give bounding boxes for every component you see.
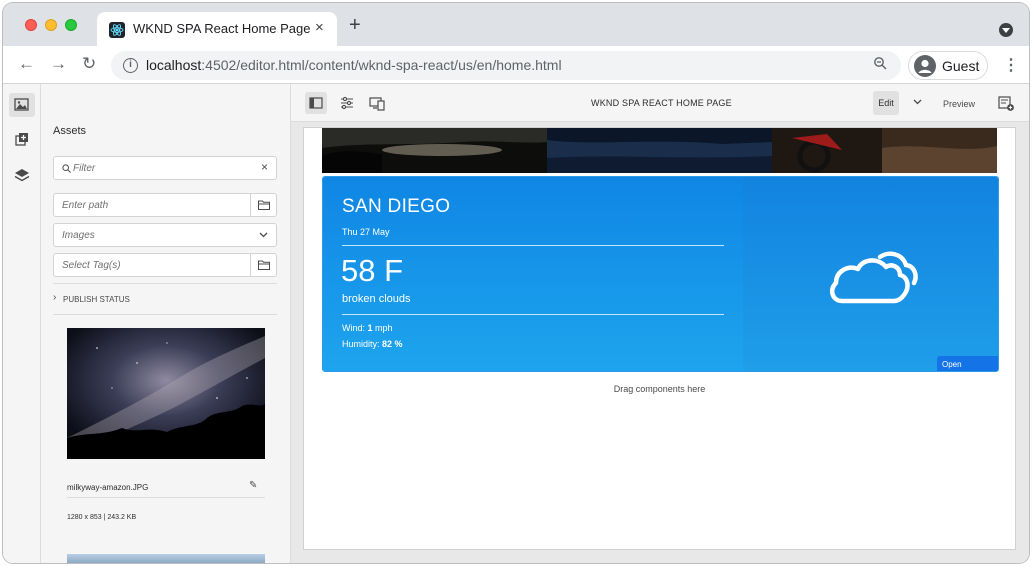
mode-dropdown-chevron-icon[interactable] — [913, 99, 922, 105]
site-info-icon[interactable]: i — [123, 58, 138, 73]
fullscreen-window-button[interactable] — [65, 19, 77, 31]
asset-type-select[interactable]: Images — [53, 223, 277, 247]
assets-icon[interactable] — [9, 93, 35, 117]
weather-wind: Wind: 1 mph — [342, 323, 393, 333]
url-host: localhost — [146, 57, 202, 73]
tab-title: WKND SPA React Home Page — [133, 21, 311, 36]
humidity-value: 82 % — [382, 339, 403, 349]
page-properties-icon[interactable] — [337, 93, 357, 113]
guest-avatar-icon — [914, 55, 936, 77]
filter-placeholder: Filter — [73, 163, 96, 174]
broken-clouds-icon — [829, 251, 918, 304]
weather-humidity: Humidity: 82 % — [342, 339, 403, 349]
weather-component[interactable]: SAN DIEGO Thu 27 May 58 F broken clouds … — [322, 176, 999, 372]
browser-tab[interactable]: WKND SPA React Home Page × — [97, 12, 337, 46]
path-input[interactable]: Enter path — [53, 193, 277, 217]
weather-description: broken clouds — [342, 293, 411, 305]
content-tree-icon[interactable] — [12, 166, 32, 186]
guest-label: Guest — [942, 58, 980, 74]
annotations-icon[interactable] — [996, 93, 1016, 113]
divider — [53, 283, 277, 284]
forward-button[interactable]: → — [50, 54, 67, 74]
publish-status-toggle[interactable]: PUBLISH STATUS — [63, 295, 130, 304]
components-icon[interactable] — [12, 130, 32, 150]
weather-date: Thu 27 May — [342, 227, 390, 237]
search-icon — [62, 164, 71, 173]
asset-thumbnail[interactable] — [67, 554, 265, 563]
asset-meta: 1280 x 853 | 243.2 KB — [67, 514, 137, 521]
tab-search-icon[interactable] — [999, 23, 1013, 37]
asset-name: milkyway-amazon.JPG — [67, 483, 149, 492]
divider — [342, 245, 724, 246]
path-placeholder: Enter path — [62, 200, 109, 211]
page-preview: SAN DIEGO Thu 27 May 58 F broken clouds … — [304, 128, 1015, 549]
chevron-right-icon[interactable]: › — [53, 292, 56, 303]
open-weather-badge[interactable]: Open Weather — [937, 356, 998, 371]
page-title: WKND SPA REACT HOME PAGE — [591, 98, 732, 108]
reload-button[interactable]: ↻ — [82, 54, 96, 74]
browser-window: WKND SPA React Home Page × + ← → ↻ i loc… — [3, 3, 1029, 563]
preview-button[interactable]: Preview — [943, 99, 975, 109]
folder-icon — [258, 260, 270, 270]
address-bar[interactable]: i localhost:4502/editor.html/content/wkn… — [111, 51, 901, 80]
url-path: :4502/editor.html/content/wknd-spa-react… — [201, 57, 562, 73]
edit-asset-icon[interactable]: ✎ — [249, 480, 257, 491]
wind-unit: mph — [372, 323, 393, 333]
assets-side-panel: Assets Filter × Enter path Images Select… — [41, 84, 291, 563]
humidity-label: Humidity: — [342, 339, 383, 349]
emulator-icon[interactable] — [367, 93, 387, 113]
new-tab-button[interactable]: + — [349, 14, 361, 37]
tag-placeholder: Select Tag(s) — [62, 260, 121, 271]
close-window-button[interactable] — [25, 19, 37, 31]
panel-title: Assets — [53, 125, 87, 137]
drag-components-dropzone[interactable]: Drag components here — [304, 384, 1015, 394]
profile-button[interactable]: Guest — [908, 51, 988, 80]
tag-input[interactable]: Select Tag(s) — [53, 253, 277, 277]
browse-tags-button[interactable] — [250, 254, 276, 276]
editor-toolbar: WKND SPA REACT HOME PAGE Edit Preview — [291, 84, 1029, 122]
side-rail — [3, 84, 41, 563]
browser-menu-icon[interactable]: ⋮ — [1003, 55, 1019, 75]
toggle-side-panel-icon[interactable] — [305, 92, 327, 114]
zoom-icon[interactable] — [873, 56, 887, 70]
browse-path-button[interactable] — [250, 194, 276, 216]
tab-close-icon[interactable]: × — [315, 19, 324, 36]
weather-city: SAN DIEGO — [342, 196, 451, 217]
folder-icon — [258, 200, 270, 210]
tab-strip: WKND SPA React Home Page × + — [3, 3, 1029, 46]
asset-type-value: Images — [62, 230, 95, 241]
chevron-down-icon — [259, 232, 268, 238]
minimize-window-button[interactable] — [45, 19, 57, 31]
back-button[interactable]: ← — [18, 54, 35, 74]
asset-thumbnail[interactable] — [67, 328, 265, 459]
weather-details-panel: SAN DIEGO Thu 27 May 58 F broken clouds … — [323, 177, 743, 371]
divider — [342, 314, 724, 315]
filter-input[interactable]: Filter × — [53, 156, 277, 180]
react-favicon-icon — [109, 22, 125, 38]
divider — [53, 314, 277, 315]
weather-temperature: 58 F — [341, 253, 404, 288]
hero-image-strip[interactable] — [322, 128, 997, 173]
wind-label: Wind: — [342, 323, 368, 333]
clear-filter-icon[interactable]: × — [261, 160, 268, 174]
divider — [67, 497, 265, 498]
edit-mode-button[interactable]: Edit — [873, 91, 899, 115]
url-text: localhost:4502/editor.html/content/wknd-… — [146, 57, 562, 73]
browser-toolbar: ← → ↻ i localhost:4502/editor.html/conte… — [3, 46, 1029, 84]
